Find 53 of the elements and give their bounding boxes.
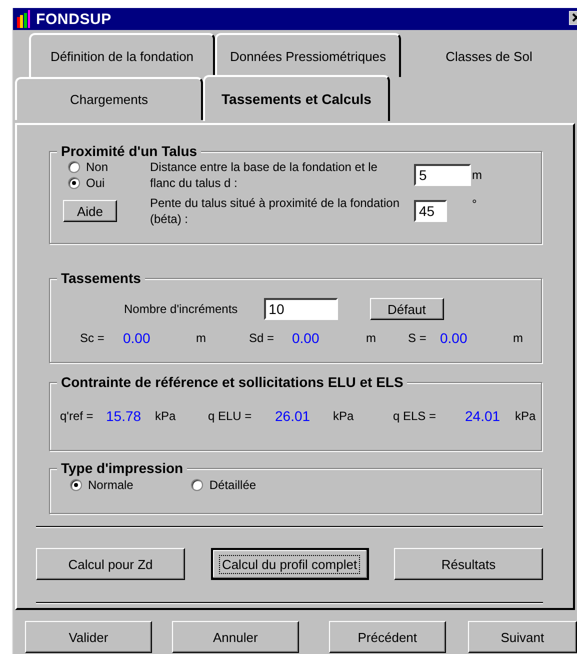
unit-label: m	[471, 168, 483, 182]
result-label: S =	[408, 331, 428, 345]
unit-label: °	[471, 196, 478, 211]
footer-button[interactable]: Précédent	[328, 621, 446, 653]
unit-label: kPa	[515, 409, 536, 423]
input-field[interactable]: 45	[414, 200, 447, 222]
result-label: q ELS =	[393, 409, 438, 423]
window-title: FONDSUP	[36, 10, 112, 28]
tab[interactable]: Tassements et Calculs	[203, 75, 390, 121]
tab[interactable]: Définition de la fondation	[29, 33, 215, 77]
radio-button[interactable]	[68, 161, 80, 173]
footer-button[interactable]: Suivant	[468, 621, 577, 653]
footer-button[interactable]: Valider	[25, 621, 152, 653]
action-button[interactable]: Calcul du profil complet	[210, 548, 368, 580]
input-field[interactable]: 10	[264, 298, 338, 320]
help-button[interactable]: Aide	[63, 200, 117, 222]
result-value: 0.00	[440, 330, 468, 346]
unit-label: m	[513, 331, 524, 345]
result-value: 26.01	[275, 408, 312, 424]
tab[interactable]: Données Pressiométriques	[215, 33, 401, 77]
group-title: Type d'impression	[61, 460, 184, 476]
group-title: Contrainte de référence et sollicitations ELU et ELS	[61, 374, 404, 390]
result-value: 0.00	[123, 330, 152, 346]
radio-button[interactable]	[70, 479, 82, 491]
result-value: 24.01	[465, 408, 502, 424]
unit-label: kPa	[155, 409, 177, 423]
result-label: q'ref =	[60, 409, 94, 423]
radio-button[interactable]	[191, 479, 204, 491]
result-value: 15.78	[106, 408, 142, 424]
radio-label: Normale	[88, 478, 134, 492]
group-title: Tassements	[61, 270, 141, 286]
tab[interactable]: Chargements	[15, 77, 203, 120]
unit-label: m	[366, 331, 377, 345]
radio-label: Oui	[86, 176, 105, 190]
field-label: Distance entre la base de la fondation et le flanc du talus d :	[150, 159, 378, 191]
result-label: Sd =	[249, 331, 276, 345]
action-button[interactable]: Calcul pour Zd	[36, 548, 185, 580]
result-label: q ELU =	[208, 409, 253, 423]
action-button[interactable]: Résultats	[394, 548, 543, 580]
group-title: Proximité d'un Talus	[61, 143, 198, 159]
result-label: Sc =	[80, 331, 106, 345]
app-icon	[16, 10, 32, 28]
field-label: Nombre d'incréments	[124, 302, 238, 316]
radio-label: Non	[86, 160, 108, 174]
unit-label: kPa	[333, 409, 355, 423]
unit-label: m	[196, 331, 207, 345]
radio-label: Détaillée	[209, 478, 256, 492]
result-value: 0.00	[292, 330, 320, 346]
input-field[interactable]: 5	[414, 164, 471, 186]
default-button[interactable]: Défaut	[370, 298, 444, 320]
footer-button[interactable]: Annuler	[172, 621, 299, 653]
field-label: Pente du talus situé à proximité de la fondation (béta) :	[150, 195, 400, 227]
radio-button[interactable]	[68, 177, 80, 189]
